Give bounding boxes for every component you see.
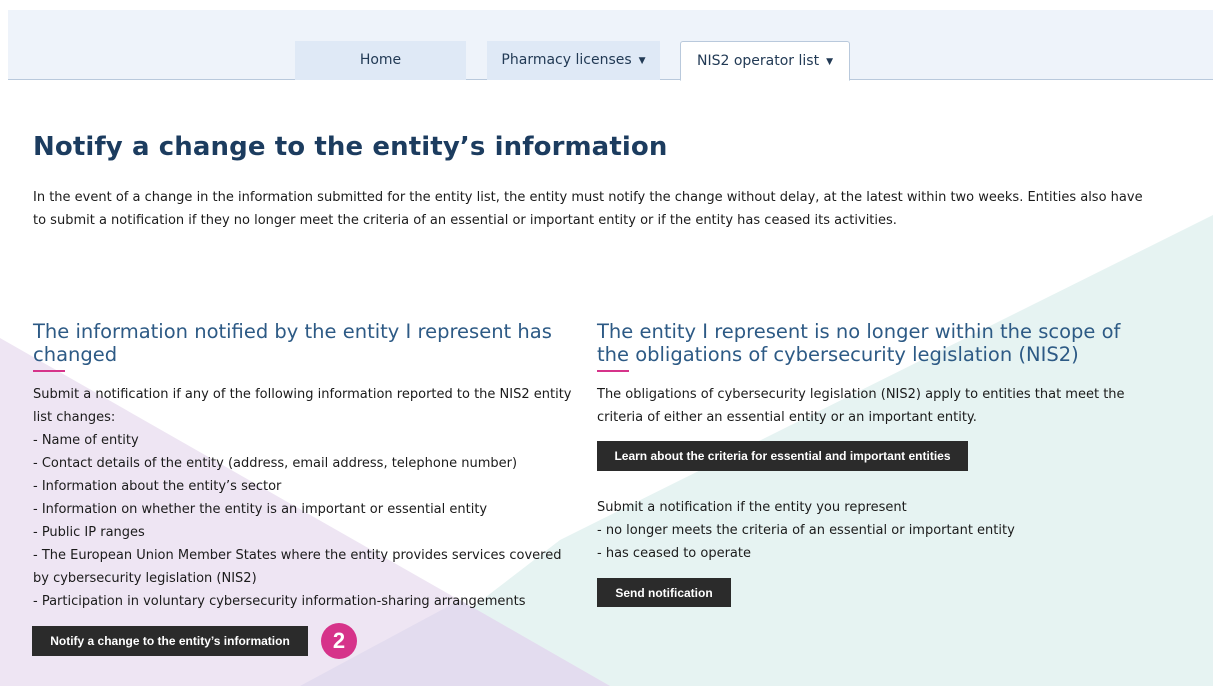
notify-change-button[interactable]: Notify a change to the entity’s informat… xyxy=(32,626,308,656)
right-section-title: The entity I represent is no longer with… xyxy=(597,320,1121,366)
learn-criteria-button[interactable]: Learn about the criteria for essential a… xyxy=(597,441,968,471)
send-notification-button[interactable]: Send notification xyxy=(597,578,731,607)
main-content: Notify a change to the entity’s informat… xyxy=(0,0,1213,686)
right-section-notify-text: Submit a notification if the entity you … xyxy=(597,496,1157,565)
step-badge: 2 xyxy=(321,623,357,659)
list-item: - no longer meets the criteria of an ess… xyxy=(597,523,1015,538)
left-section-text: Submit a notification if any of the foll… xyxy=(33,383,573,613)
title-underline xyxy=(33,370,65,372)
left-section-title: The information notified by the entity I… xyxy=(33,320,552,366)
list-item: - The European Union Member States where… xyxy=(33,548,562,586)
list-item: - Information on whether the entity is a… xyxy=(33,502,488,517)
list-item: - Public IP ranges xyxy=(33,525,145,540)
right-section-text: The obligations of cybersecurity legisla… xyxy=(597,387,1125,425)
list-item: - Information about the entity’s sector xyxy=(33,479,282,494)
intro-text: In the event of a change in the informat… xyxy=(33,190,1143,228)
list-item: - Name of entity xyxy=(33,433,139,448)
list-item: - Contact details of the entity (address… xyxy=(33,456,518,471)
list-item: - has ceased to operate xyxy=(597,546,751,561)
left-section-lead: Submit a notification if any of the foll… xyxy=(33,387,572,425)
right-section-lead: Submit a notification if the entity you … xyxy=(597,500,907,515)
title-underline xyxy=(597,370,629,372)
page-title: Notify a change to the entity’s informat… xyxy=(33,132,668,162)
list-item: - Participation in voluntary cybersecuri… xyxy=(33,594,526,609)
